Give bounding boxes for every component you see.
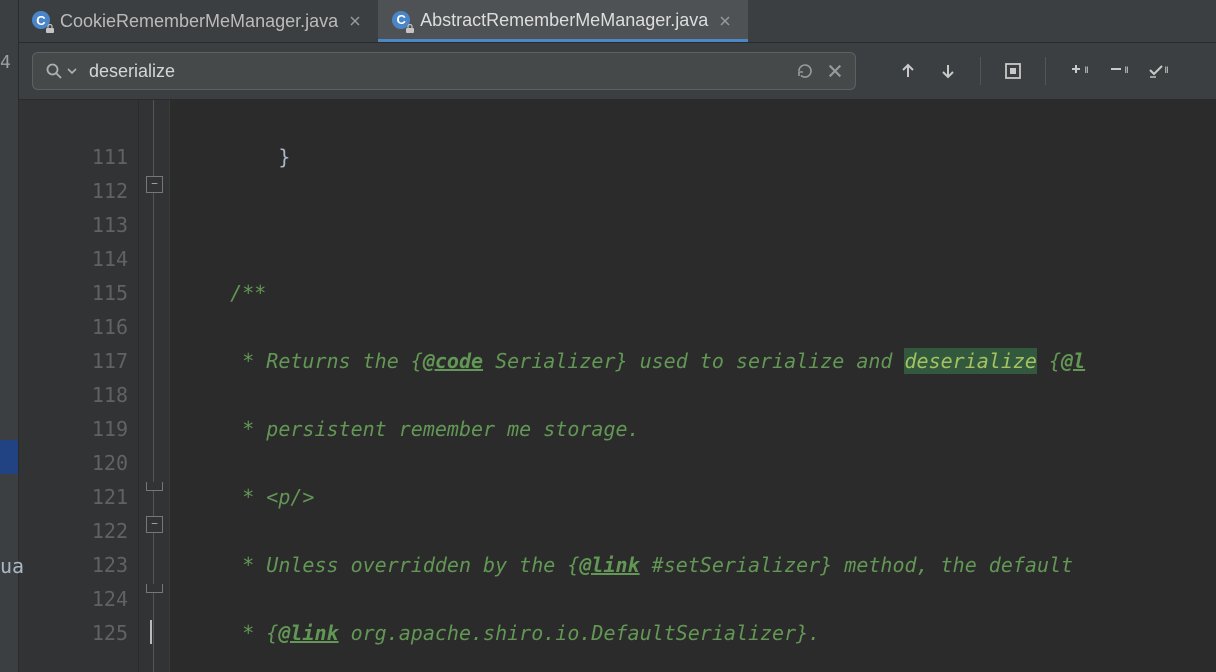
- line-number: 124: [18, 582, 128, 616]
- fold-end-marker: [146, 482, 163, 491]
- line-number: 119: [18, 412, 128, 446]
- search-icon: [45, 62, 63, 80]
- check-all-icon: [1148, 63, 1164, 79]
- toolbar-separator: [980, 57, 981, 85]
- line-number: 114: [18, 242, 128, 276]
- line-number: 120: [18, 446, 128, 480]
- close-icon: [719, 15, 731, 27]
- java-class-icon: C: [32, 11, 52, 31]
- tab-label: CookieRememberMeManager.java: [60, 11, 338, 32]
- arrow-down-icon: [938, 61, 958, 81]
- history-icon[interactable]: [795, 61, 815, 81]
- caret-indicator: [150, 620, 152, 644]
- tab-close-button[interactable]: [346, 12, 364, 30]
- line-number: 115: [18, 276, 128, 310]
- find-toolbar: ⅠⅠ ⅠⅠ ⅠⅠ: [18, 43, 1216, 100]
- line-number: 125: [18, 616, 128, 650]
- tab-abstract-remember-me[interactable]: C AbstractRememberMeManager.java: [378, 0, 748, 42]
- line-number: 121: [18, 480, 128, 514]
- line-number: 112: [18, 174, 128, 208]
- prev-match-button[interactable]: [894, 57, 922, 85]
- select-all-icon: [1003, 61, 1023, 81]
- editor-tabs: C CookieRememberMeManager.java C Abstrac…: [18, 0, 1216, 43]
- line-number: 122: [18, 514, 128, 548]
- clear-icon[interactable]: [827, 63, 843, 79]
- line-number: [18, 106, 128, 140]
- selection-marker-line-120: [0, 440, 18, 474]
- line-number: 117: [18, 344, 128, 378]
- line-number-gutter: 111 112 113 114 115 116 117 118 119 120 …: [18, 100, 139, 672]
- code-area[interactable]: } /** * Returns the {@code Serializer} u…: [170, 100, 1216, 672]
- close-icon: [349, 15, 361, 27]
- chevron-down-icon[interactable]: [67, 66, 77, 76]
- line-number: 113: [18, 208, 128, 242]
- plus-icon: [1068, 63, 1084, 79]
- arrow-up-icon: [898, 61, 918, 81]
- line-number: 111: [18, 140, 128, 174]
- active-tab-underline: [378, 39, 748, 42]
- select-occurrences-button[interactable]: ⅠⅠ: [1144, 57, 1172, 85]
- add-selection-button[interactable]: ⅠⅠ: [1064, 57, 1092, 85]
- fold-end-marker: [146, 584, 163, 593]
- tab-cookie-remember-me[interactable]: C CookieRememberMeManager.java: [18, 0, 378, 42]
- tab-label: AbstractRememberMeManager.java: [420, 10, 708, 31]
- fold-toggle[interactable]: −: [146, 516, 163, 533]
- select-all-button[interactable]: [999, 57, 1027, 85]
- lock-icon: [405, 24, 415, 34]
- lock-icon: [45, 24, 55, 34]
- left-tool-strip: 4 ua: [0, 0, 19, 672]
- search-input[interactable]: [87, 60, 789, 83]
- left-number-fragment: 4: [0, 52, 11, 73]
- fold-column: − −: [139, 100, 170, 672]
- fold-toggle[interactable]: −: [146, 176, 163, 193]
- line-number: 116: [18, 310, 128, 344]
- minus-icon: [1108, 63, 1124, 79]
- search-box[interactable]: [32, 52, 856, 90]
- line-number: 123: [18, 548, 128, 582]
- left-strip-text: ua: [0, 554, 24, 578]
- next-match-button[interactable]: [934, 57, 962, 85]
- toolbar-separator: [1045, 57, 1046, 85]
- remove-selection-button[interactable]: ⅠⅠ: [1104, 57, 1132, 85]
- line-number: 118: [18, 378, 128, 412]
- editor[interactable]: 111 112 113 114 115 116 117 118 119 120 …: [18, 100, 1216, 672]
- java-class-icon: C: [392, 11, 412, 31]
- tab-close-button[interactable]: [716, 12, 734, 30]
